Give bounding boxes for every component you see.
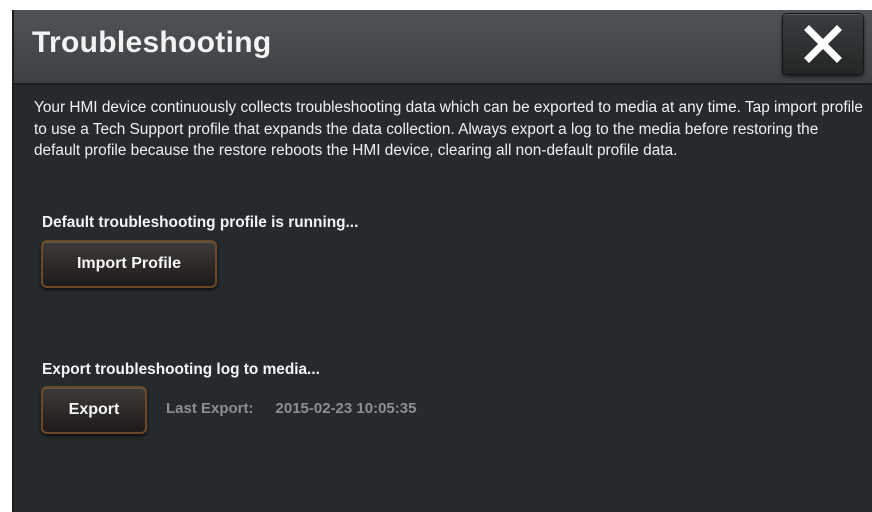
troubleshooting-dialog: Troubleshooting Your HMI device continuo… [12, 10, 872, 512]
dialog-title: Troubleshooting [32, 26, 272, 59]
last-export-label: Last Export: [166, 400, 254, 417]
import-profile-button[interactable]: Import Profile [41, 240, 217, 288]
close-icon [804, 25, 842, 63]
last-export-info: Last Export: 2015-02-23 10:05:35 [166, 400, 416, 417]
export-button[interactable]: Export [41, 386, 147, 434]
export-section-label: Export troubleshooting log to media... [42, 361, 320, 378]
title-bar: Troubleshooting [14, 10, 872, 85]
profile-status-label: Default troubleshooting profile is runni… [42, 214, 359, 231]
description-text: Your HMI device continuously collects tr… [34, 99, 863, 159]
close-button[interactable] [782, 13, 864, 75]
last-export-timestamp: 2015-02-23 10:05:35 [275, 400, 417, 417]
